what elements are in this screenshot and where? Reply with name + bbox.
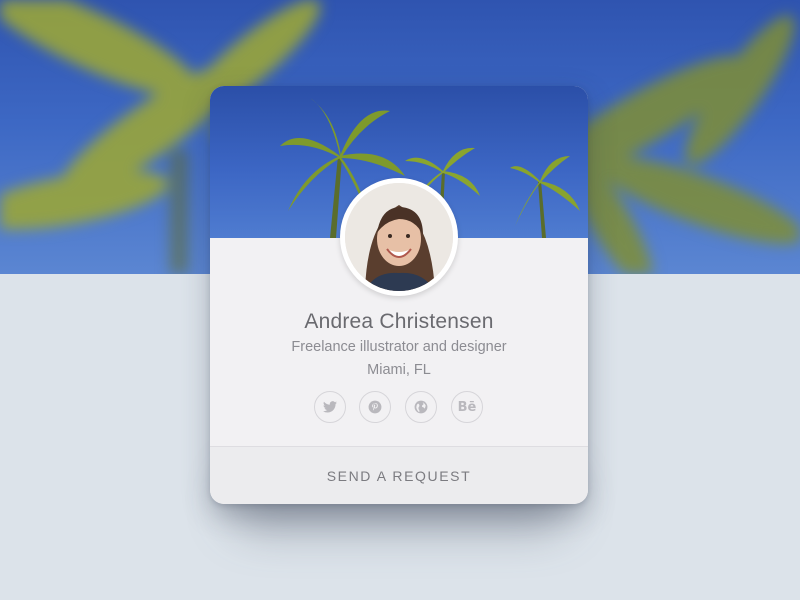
profile-location: Miami, FL (367, 362, 431, 378)
behance-icon: Bē (457, 399, 477, 415)
behance-button[interactable]: Bē (451, 391, 483, 423)
pinterest-button[interactable] (359, 391, 391, 423)
profile-card: Andrea Christensen Freelance illustrator… (210, 86, 588, 504)
website-button[interactable] (405, 391, 437, 423)
avatar (340, 178, 458, 296)
twitter-button[interactable] (314, 391, 346, 423)
globe-icon (414, 400, 428, 414)
twitter-icon (323, 401, 337, 413)
profile-name: Andrea Christensen (304, 310, 494, 333)
avatar-photo (345, 183, 453, 291)
send-request-button[interactable]: SEND A REQUEST (210, 447, 588, 504)
social-links: Bē (314, 391, 484, 425)
pinterest-icon (368, 400, 382, 414)
profile-role: Freelance illustrator and designer (291, 339, 507, 355)
